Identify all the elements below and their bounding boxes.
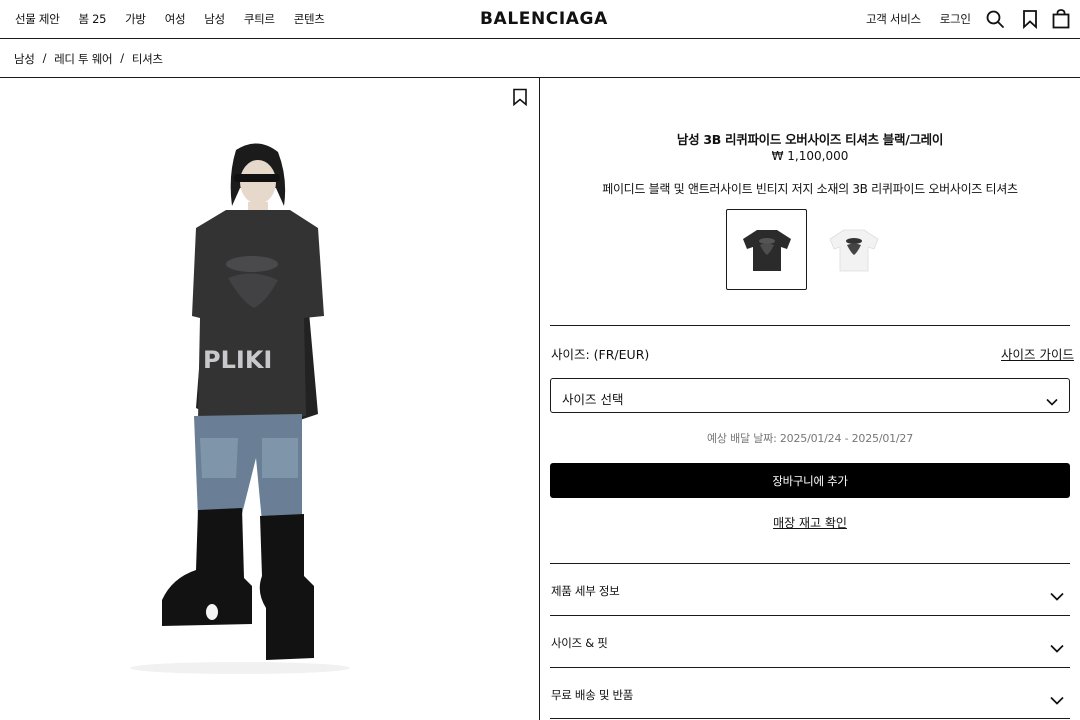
login-link[interactable]: 로그인 [940, 11, 971, 27]
nav-item-spring-25[interactable]: 봄 25 [78, 11, 106, 27]
nav-item-gifts[interactable]: 선물 제안 [15, 11, 60, 27]
accordion-shipping-returns[interactable]: 무료 배송 및 반품 [551, 687, 633, 703]
nav-item-bags[interactable]: 가방 [125, 11, 146, 27]
brand-logo[interactable]: BALENCIAGA [480, 9, 608, 29]
model-figure: PLIKI [130, 143, 350, 674]
breadcrumb-separator: / [120, 51, 124, 65]
divider [550, 667, 1070, 668]
breadcrumb: 남성 / 레디 투 웨어 / 티셔츠 [14, 51, 163, 67]
bookmark-icon[interactable] [1021, 9, 1039, 29]
main-nav: 선물 제안 봄 25 가방 여성 남성 쿠틔르 콘텐츠 [15, 11, 344, 27]
accordion-product-details[interactable]: 제품 세부 정보 [551, 583, 620, 599]
estimated-delivery: 예상 배달 날짜: 2025/01/24 - 2025/01/27 [706, 432, 914, 445]
size-guide-link[interactable]: 사이즈 가이드 [1001, 344, 1074, 363]
size-select-value: 사이즈 선택 [562, 392, 624, 407]
product-title: 남성 3B 리퀴파이드 오버사이즈 티셔츠 블랙/그레이 [676, 132, 944, 147]
search-icon[interactable] [985, 9, 1005, 29]
utility-nav: 고객 서비스 로그인 [866, 11, 971, 27]
chevron-down-icon[interactable] [1050, 586, 1064, 605]
swatch-white[interactable] [813, 209, 894, 290]
check-store-stock-link[interactable]: 매장 재고 확인 [540, 514, 1080, 531]
add-to-cart-label: 장바구니에 추가 [772, 473, 848, 488]
product-description: 페이디드 블랙 및 앤트러사이트 빈티지 저지 소재의 3B 리퀴파이드 오버사… [602, 182, 1018, 196]
chevron-down-icon[interactable] [1050, 690, 1064, 709]
site-header: 선물 제안 봄 25 가방 여성 남성 쿠틔르 콘텐츠 BALENCIAGA 고… [0, 0, 1080, 39]
size-system-label: 사이즈: (FR/EUR) [551, 347, 650, 362]
image-overlay-text: PLIKI [203, 346, 272, 374]
shopping-bag-icon[interactable] [1051, 9, 1071, 29]
save-product-bookmark-icon[interactable] [512, 88, 528, 110]
divider [550, 563, 1070, 564]
chevron-down-icon [1046, 391, 1058, 410]
size-select[interactable]: 사이즈 선택 [550, 378, 1070, 413]
add-to-cart-button[interactable]: 장바구니에 추가 [550, 463, 1070, 498]
product-image[interactable]: PLIKI [0, 78, 539, 720]
nav-item-content[interactable]: 콘텐츠 [294, 11, 325, 27]
nav-item-men[interactable]: 남성 [204, 11, 225, 27]
breadcrumb-item-men[interactable]: 남성 [14, 51, 35, 67]
divider [550, 325, 1070, 326]
tshirt-black-thumbnail [742, 229, 791, 271]
breadcrumb-item-ready-to-wear[interactable]: 레디 투 웨어 [54, 51, 112, 67]
accordion-size-fit[interactable]: 사이즈 & 핏 [551, 635, 608, 651]
swatch-black[interactable] [726, 209, 807, 290]
panel-divider [539, 78, 540, 720]
divider [550, 718, 1070, 719]
tshirt-white-thumbnail [829, 229, 878, 271]
breadcrumb-item-tshirts[interactable]: 티셔츠 [132, 51, 163, 67]
customer-service-link[interactable]: 고객 서비스 [866, 11, 921, 27]
breadcrumb-separator: / [42, 51, 47, 65]
nav-item-women[interactable]: 여성 [165, 11, 186, 27]
nav-item-couture[interactable]: 쿠틔르 [244, 11, 275, 27]
chevron-down-icon[interactable] [1050, 638, 1064, 657]
divider [550, 615, 1070, 616]
product-price: ₩ 1,100,000 [771, 149, 849, 163]
